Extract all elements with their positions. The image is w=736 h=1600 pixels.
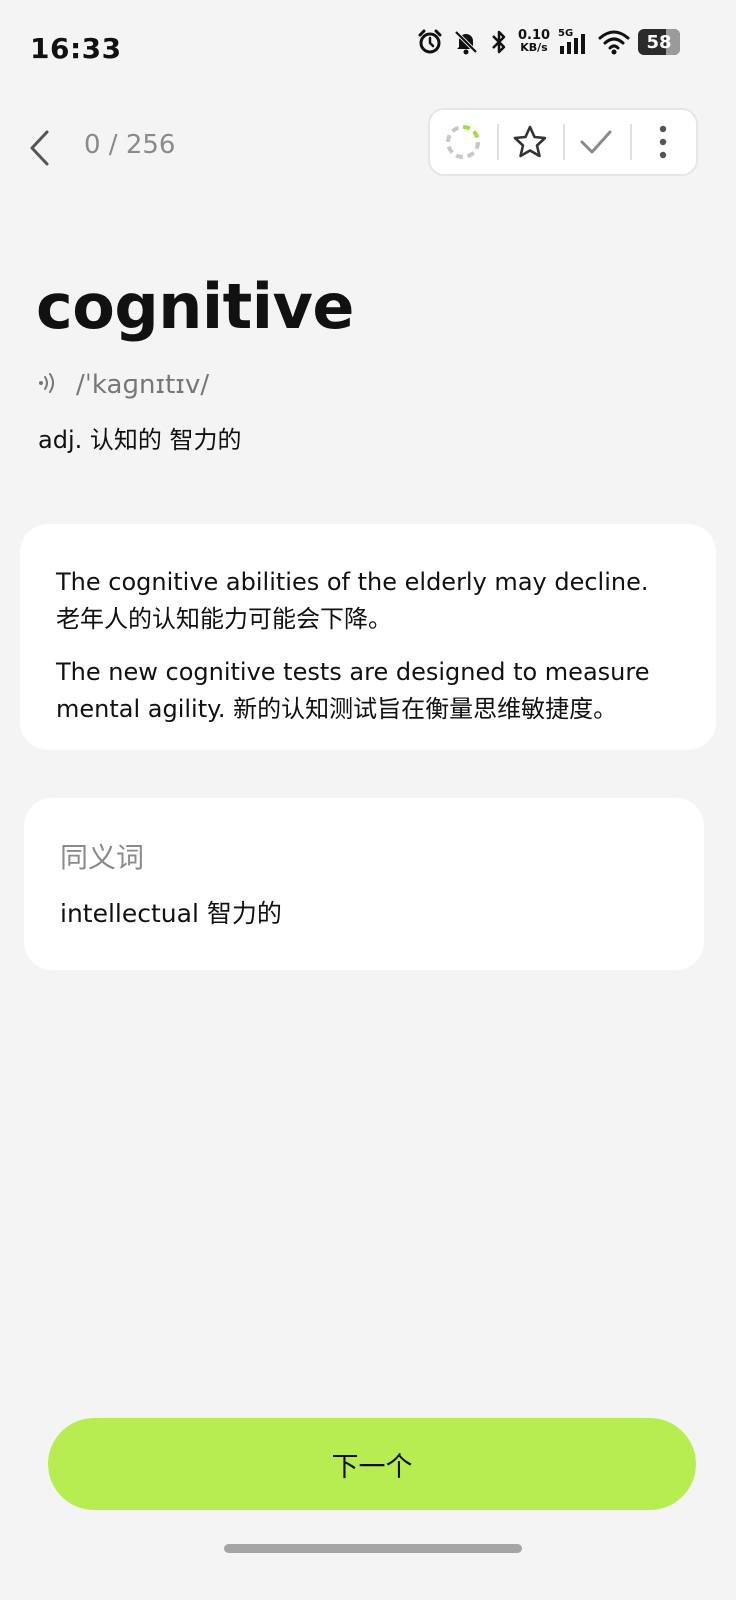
bluetooth-icon	[488, 28, 510, 56]
back-button[interactable]	[22, 128, 56, 168]
status-bar: 16:33 0.10 KB/s 5G 58	[0, 0, 736, 100]
more-vertical-icon	[659, 125, 666, 159]
mark-known-button[interactable]	[563, 110, 630, 174]
alarm-icon	[416, 28, 444, 56]
status-icons: 0.10 KB/s 5G 58	[416, 28, 680, 56]
play-pronunciation-button[interactable]	[38, 372, 58, 398]
battery-level: 58	[646, 31, 672, 53]
pronunciation-row: /ˈkaɡnɪtɪv/	[38, 370, 209, 400]
status-time: 16:33	[30, 32, 122, 65]
check-icon	[580, 130, 612, 154]
progress-count: 0 / 256	[84, 130, 176, 160]
headword: cognitive	[36, 270, 354, 343]
mute-bell-icon	[452, 28, 480, 56]
example-sentence: The new cognitive tests are designed to …	[56, 658, 650, 723]
wifi-icon	[598, 28, 630, 56]
learning-progress-button[interactable]	[430, 110, 497, 174]
home-indicator[interactable]	[224, 1544, 522, 1553]
cellular-signal-icon: 5G	[558, 28, 590, 56]
progress-ring-icon	[446, 125, 481, 159]
examples-card: The cognitive abilities of the elderly m…	[20, 524, 716, 750]
more-options-button[interactable]	[629, 110, 697, 174]
synonyms-card: 同义词 intellectual 智力的	[24, 798, 704, 970]
example-sentence: The cognitive abilities of the elderly m…	[56, 568, 649, 633]
favorite-button[interactable]	[496, 110, 564, 174]
network-speed-unit: KB/s	[520, 41, 548, 54]
synonym-item[interactable]: intellectual 智力的	[60, 894, 282, 930]
top-nav: 0 / 256	[0, 108, 736, 178]
synonyms-title: 同义词	[60, 841, 145, 874]
network-speed: 0.10 KB/s	[518, 29, 550, 54]
next-button[interactable]: 下一个	[48, 1418, 696, 1510]
chevron-left-icon	[30, 130, 49, 166]
battery-indicator: 58	[638, 29, 680, 55]
definition: adj. 认知的 智力的	[38, 426, 242, 454]
star-icon	[513, 125, 547, 158]
word-toolbar	[428, 108, 698, 176]
speaker-icon	[39, 373, 54, 393]
phonetic: /ˈkaɡnɪtɪv/	[76, 370, 210, 400]
